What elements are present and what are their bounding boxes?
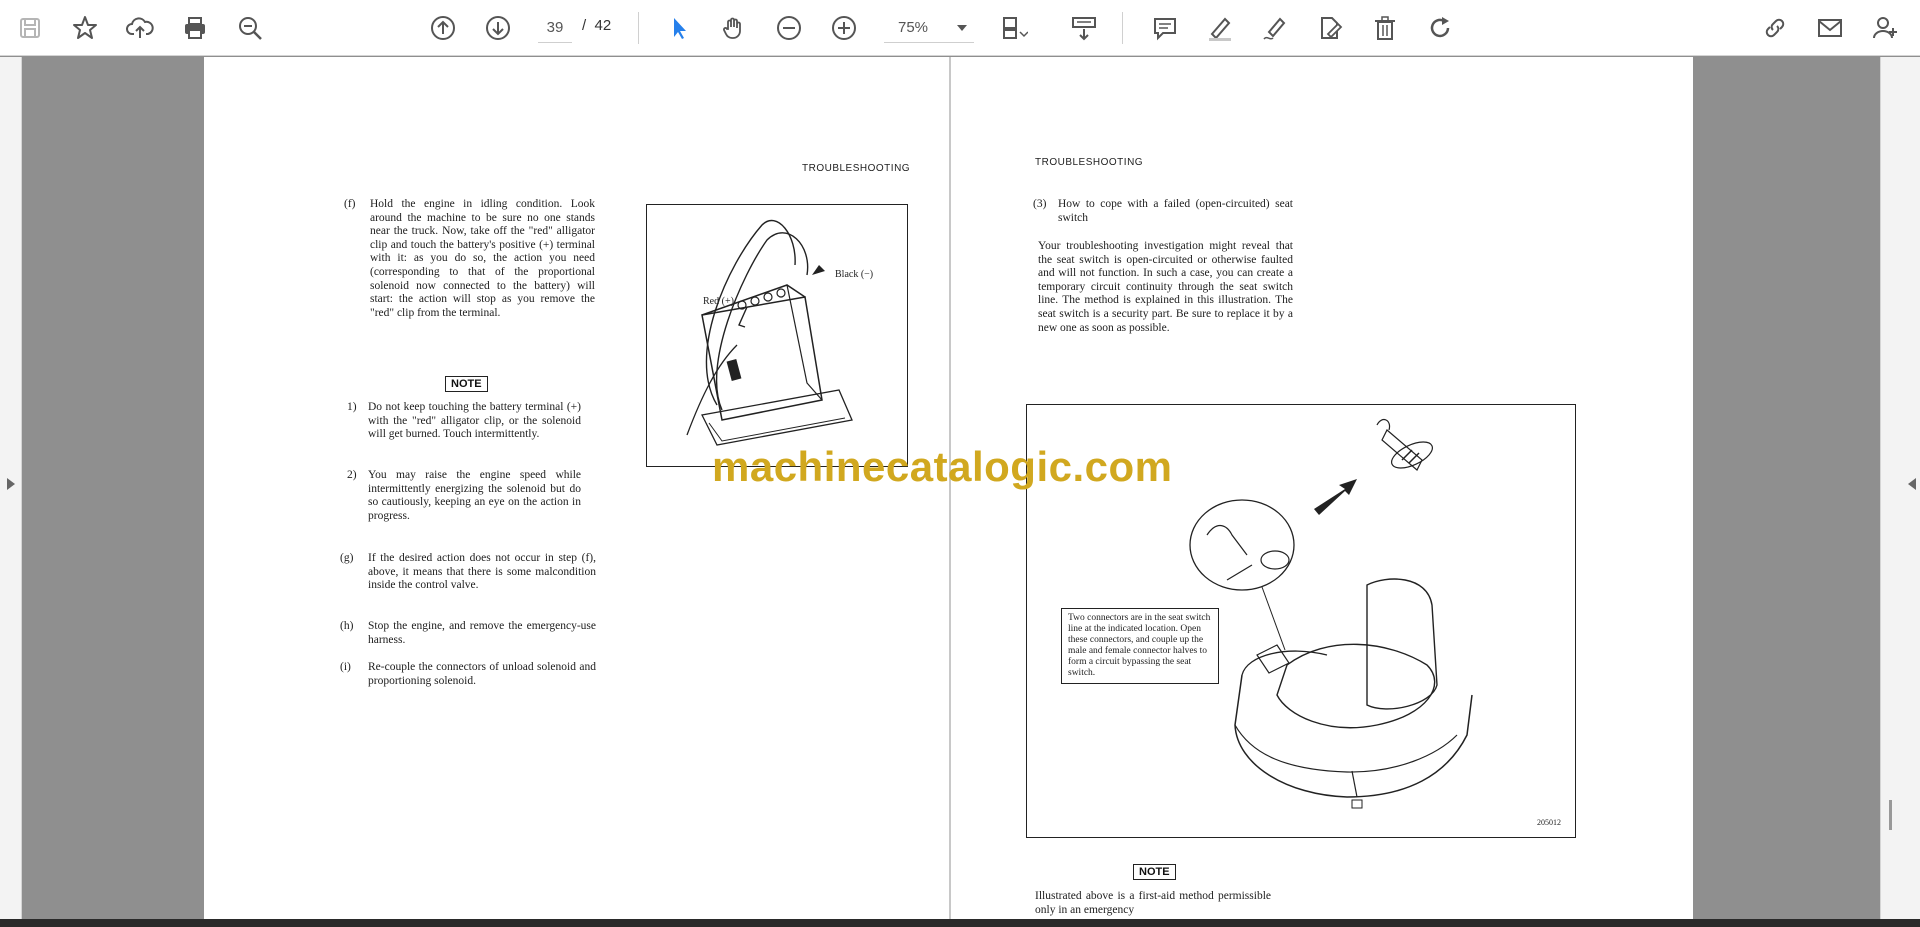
page-header: TROUBLESHOOTING: [1035, 157, 1144, 168]
save-icon[interactable]: [12, 10, 48, 46]
left-panel-collapsed: [0, 57, 22, 919]
zoom-dropdown[interactable]: 75%: [884, 13, 974, 43]
note-paragraph: Illustrated above is a first-aid method …: [1035, 890, 1271, 916]
section-label: (3): [1033, 198, 1047, 210]
step-paragraph: Stop the engine, and remove the emergenc…: [368, 620, 596, 646]
toolbar-divider: [638, 12, 639, 44]
zoom-value: 75%: [898, 19, 929, 36]
watermark-text: machinecatalogic.com: [712, 443, 1173, 490]
next-page-icon[interactable]: [480, 10, 516, 46]
note-paragraph: Do not keep touching the battery termina…: [368, 401, 581, 441]
item-label: (i): [340, 661, 351, 673]
expand-right-panel-icon[interactable]: [1907, 477, 1917, 496]
right-panel-collapsed: [1880, 57, 1920, 919]
select-cursor-icon[interactable]: [661, 10, 697, 46]
item-label: (h): [340, 620, 354, 632]
step-paragraph: Re-couple the connectors of unload solen…: [368, 661, 596, 687]
highlight-pen-icon[interactable]: [1202, 10, 1238, 46]
scrollbar-thumb[interactable]: [1889, 800, 1892, 830]
step-paragraph: Hold the engine in idling condition. Loo…: [370, 198, 595, 319]
draw-sign-icon[interactable]: [1257, 10, 1293, 46]
page-number-input[interactable]: [538, 13, 572, 43]
hand-pan-icon[interactable]: [716, 10, 752, 46]
section-body: Your troubleshooting investigation might…: [1038, 240, 1293, 334]
rotate-icon[interactable]: [1422, 10, 1458, 46]
edit-pdf-icon[interactable]: [1312, 10, 1348, 46]
step-paragraph: If the desired action does not occur in …: [368, 552, 596, 592]
note-paragraph: You may raise the engine speed while int…: [368, 469, 581, 522]
chevron-down-icon: [956, 19, 968, 37]
figure-number: 205012: [1537, 818, 1561, 827]
figure-callout: Two connectors are in the seat switch li…: [1061, 608, 1219, 684]
bookmark-star-icon[interactable]: [67, 10, 103, 46]
share-link-icon[interactable]: [1757, 10, 1793, 46]
item-label: (g): [340, 552, 354, 564]
print-icon[interactable]: [177, 10, 213, 46]
upload-cloud-icon[interactable]: [122, 10, 158, 46]
note-label: NOTE: [1133, 864, 1176, 880]
item-label: 1): [347, 401, 357, 413]
item-label: 2): [347, 469, 357, 481]
delete-icon[interactable]: [1367, 10, 1403, 46]
note-label: NOTE: [445, 376, 488, 392]
zoom-out-icon[interactable]: [771, 10, 807, 46]
scroll-mode-icon[interactable]: [1066, 10, 1102, 46]
previous-page-icon[interactable]: [425, 10, 461, 46]
battery-figure: Red (+) Black (−): [646, 204, 908, 467]
toolbar-divider: [1122, 12, 1123, 44]
add-user-icon[interactable]: [1867, 10, 1903, 46]
figure-label-red: Red (+): [703, 296, 734, 307]
section-title: How to cope with a failed (open-circuite…: [1058, 198, 1293, 224]
page-total: / 42: [582, 17, 612, 34]
figure-label-black: Black (−): [835, 269, 874, 280]
item-label: (f): [344, 198, 356, 210]
fit-page-icon[interactable]: [996, 10, 1032, 46]
expand-left-panel-icon[interactable]: [6, 477, 16, 496]
toolbar: / 42 75%: [0, 0, 1920, 56]
battery-illustration: [686, 219, 853, 446]
zoom-in-icon[interactable]: [826, 10, 862, 46]
email-icon[interactable]: [1812, 10, 1848, 46]
zoom-search-icon[interactable]: [232, 10, 268, 46]
page-header: TROUBLESHOOTING: [802, 163, 911, 174]
taskbar-strip: [0, 919, 1920, 927]
comment-icon[interactable]: [1147, 10, 1183, 46]
